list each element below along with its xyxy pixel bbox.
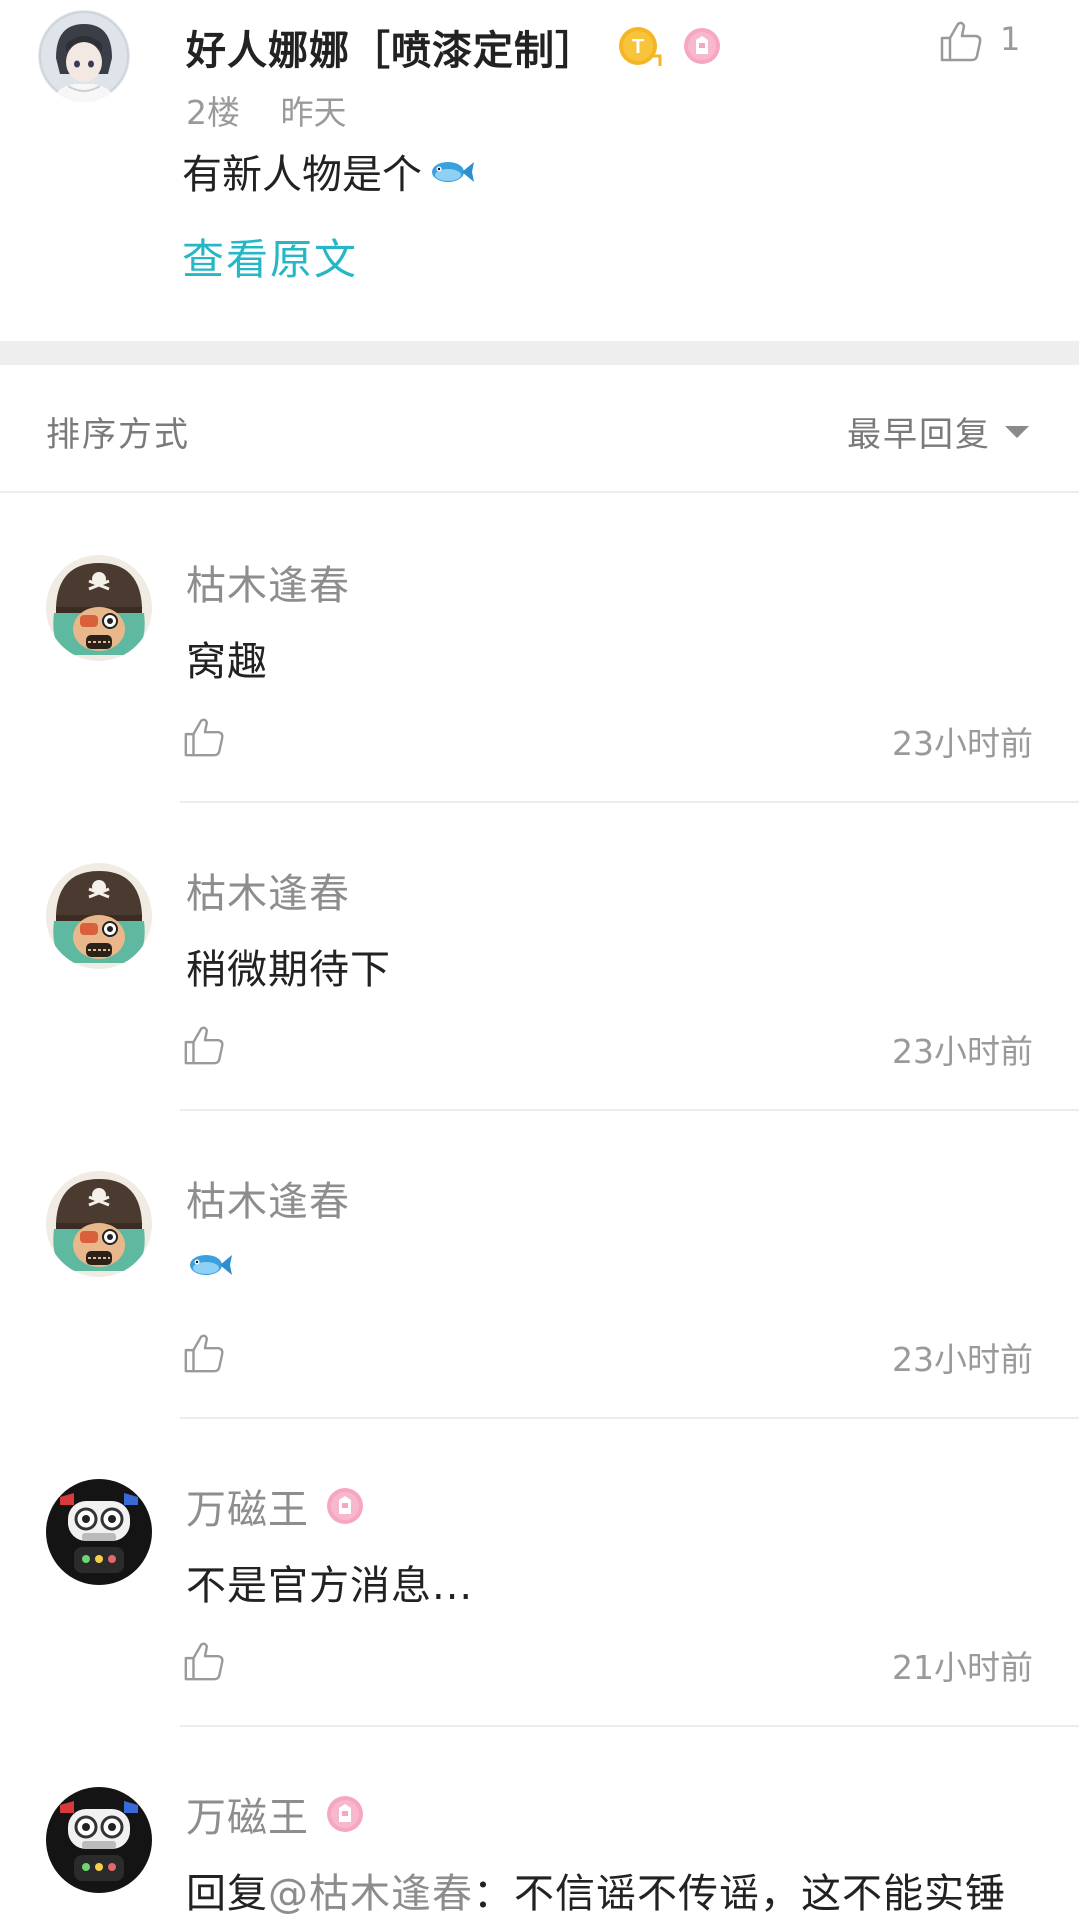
reply-author-text: 枯木逢春 [186,1179,350,1225]
reply-author-name[interactable]: 万磁王 [186,1785,367,1843]
reply-text [186,1245,234,1291]
reply-item: 万磁王 回复@枯木逢春：不信谣不传谣，这不能实锤 [0,1727,1079,1925]
post-content-text: 有新人物是个 [182,152,422,198]
reply-time: 23小时前 [892,1032,1033,1071]
view-original-link[interactable]: 查看原文 [182,226,358,287]
reply-author-text: 万磁王 [186,1487,309,1533]
sort-bar: 排序方式 最早回复 [0,365,1079,493]
thumbs-up-icon[interactable] [182,1331,226,1375]
reply-item: 万磁王 不是官方消息... 21小时前 [0,1419,1079,1727]
reply-text: 窝趣 [186,639,268,685]
main-post: 好人娜娜［喷漆定制］ T 2楼 昨天 有新人物是个 查看原文 1 [0,0,1079,340]
thumbs-up-icon[interactable] [182,1639,226,1683]
post-floor: 2楼 [186,93,240,132]
rank-badge-icon[interactable] [680,24,724,68]
robot-avatar[interactable] [46,1787,152,1893]
fish-emoji-icon [190,1255,232,1275]
svg-text:T: T [632,36,644,58]
robot-avatar[interactable] [46,1479,152,1585]
reply-item: 枯木逢春 稍微期待下 23小时前 [0,803,1079,1111]
thumbs-up-icon[interactable] [182,715,226,759]
post-like-count: 1 [1000,20,1021,58]
post-author-name[interactable]: 好人娜娜［喷漆定制］ [186,18,596,76]
reply-text: 不是官方消息... [186,1563,474,1609]
reply-body-text: ：不信谣不传谣，这不能实锤 [473,1871,1006,1917]
mention-link[interactable]: @枯木逢春 [268,1871,473,1917]
post-content: 有新人物是个 [182,142,476,200]
reply-time: 23小时前 [892,1340,1033,1379]
sort-selected-value: 最早回复 [847,415,991,455]
sort-dropdown[interactable]: 最早回复 [847,407,1029,456]
thumbs-up-icon[interactable] [182,1023,226,1067]
reply-text: 稍微期待下 [186,947,391,993]
reply-time: 23小时前 [892,724,1033,763]
rank-badge-icon[interactable] [323,1792,367,1836]
fish-emoji-icon [432,162,474,182]
reply-author-name[interactable]: 枯木逢春 [186,861,350,919]
reply-author-text: 枯木逢春 [186,563,350,609]
rank-badge-icon[interactable] [323,1484,367,1528]
reply-prefix: 回复 [186,1871,268,1917]
reply-item: 枯木逢春 23小时前 [0,1111,1079,1419]
reply-time: 21小时前 [892,1648,1033,1687]
pirate-avatar[interactable] [46,1171,152,1277]
reply-author-text: 枯木逢春 [186,871,350,917]
post-author-avatar[interactable] [38,10,130,102]
pirate-avatar[interactable] [46,863,152,969]
post-meta: 2楼 昨天 [186,86,347,134]
reply-author-name[interactable]: 枯木逢春 [186,1169,350,1227]
sort-label: 排序方式 [46,415,190,455]
pirate-avatar[interactable] [46,555,152,661]
reply-author-name[interactable]: 万磁王 [186,1477,367,1535]
section-divider [0,341,1079,365]
coin-badge-icon[interactable]: T [616,22,666,72]
reply-item: 枯木逢春 窝趣 23小时前 [0,495,1079,803]
reply-author-text: 万磁王 [186,1795,309,1841]
post-time: 昨天 [280,93,347,132]
chevron-down-icon [1005,425,1029,438]
thumbs-up-icon[interactable] [938,18,984,64]
reply-text: 回复@枯木逢春：不信谣不传谣，这不能实锤 [186,1861,1006,1919]
reply-author-name[interactable]: 枯木逢春 [186,553,350,611]
